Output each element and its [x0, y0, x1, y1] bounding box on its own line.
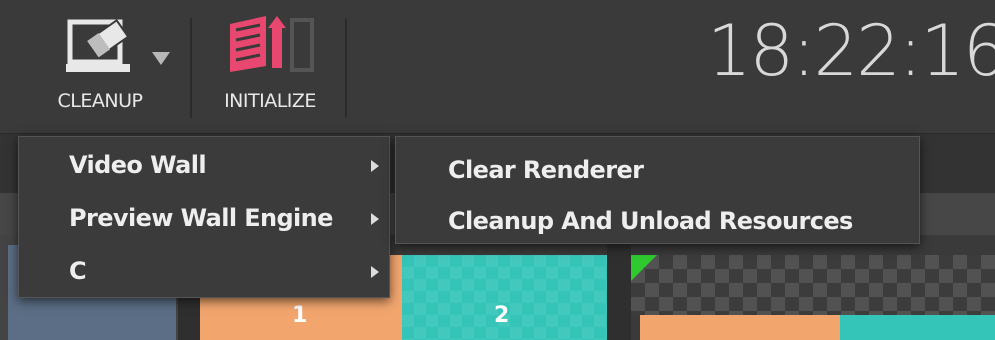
active-indicator [631, 255, 657, 281]
menu-item-preview-wall-engine[interactable]: Preview Wall Engine [19, 196, 389, 240]
initialize-icon [230, 16, 314, 72]
tile-number: 1 [292, 303, 308, 328]
cleanup-menu: Video Wall Preview Wall Engine C [18, 136, 390, 298]
initialize-button[interactable]: INITIALIZE [200, 12, 340, 128]
toolbar-divider [345, 18, 347, 118]
tile-number: 2 [494, 303, 510, 328]
clock-display: 18:22:16 [707, 10, 995, 92]
cleanup-label: CLEANUP [57, 90, 143, 112]
menu-item-c[interactable]: C [19, 249, 389, 293]
video-wall-submenu: Clear Renderer Cleanup And Unload Resour… [395, 136, 920, 244]
cleanup-button[interactable]: CLEANUP [20, 12, 180, 128]
menu-item-label: Preview Wall Engine [69, 204, 333, 232]
submenu-arrow-icon [371, 213, 379, 225]
toolbar: CLEANUP INITIALIZE 18:22:16 [0, 0, 995, 133]
app-window: CLEANUP INITIALIZE 18:22:16 1 2 Video Wa… [0, 0, 995, 340]
menu-item-video-wall[interactable]: Video Wall [19, 143, 389, 187]
menu-item-label: C [69, 257, 87, 285]
submenu-arrow-icon [371, 266, 379, 278]
submenu-arrow-icon [371, 160, 379, 172]
preview-tile-3 [640, 315, 840, 340]
panel-divider [607, 235, 631, 340]
menu-item-label: Video Wall [69, 151, 207, 179]
preview-tile-4 [840, 315, 995, 340]
transparent-preview [631, 255, 995, 315]
initialize-label: INITIALIZE [224, 90, 316, 112]
menu-item-label: Cleanup And Unload Resources [448, 207, 853, 235]
preview-tile-2[interactable]: 2 [402, 255, 607, 340]
menu-item-clear-renderer[interactable]: Clear Renderer [396, 148, 919, 192]
cleanup-eraser-icon [66, 18, 130, 72]
menu-item-label: Clear Renderer [448, 156, 644, 184]
dropdown-arrow-icon[interactable] [152, 52, 170, 65]
menu-item-cleanup-unload-resources[interactable]: Cleanup And Unload Resources [396, 199, 919, 243]
toolbar-divider [190, 18, 192, 118]
